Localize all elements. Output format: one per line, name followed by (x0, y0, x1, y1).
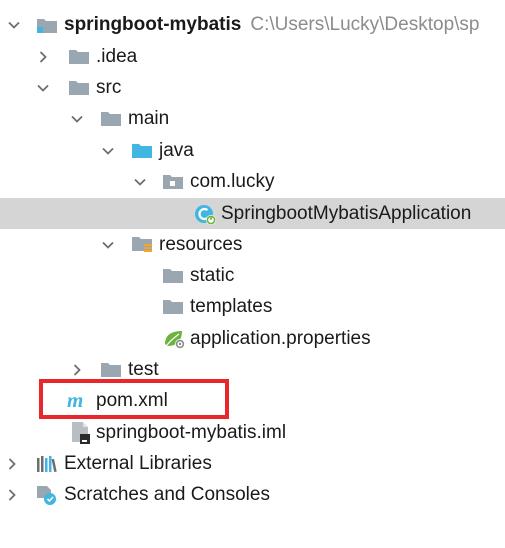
tree-label: static (190, 265, 235, 286)
tree-label: .idea (96, 46, 138, 67)
tree-label: main (128, 108, 170, 129)
chevron-right-icon[interactable] (32, 41, 54, 72)
chevron-down-icon[interactable] (66, 103, 88, 134)
tree-label: springboot-mybatis.iml (96, 422, 287, 443)
tree-label: java (159, 140, 194, 161)
tree-row-app-class[interactable]: SpringbootMybatisApplication (0, 198, 505, 229)
tree-row-external-libraries[interactable]: External Libraries (0, 448, 505, 479)
tree-row-main[interactable]: main (0, 103, 505, 134)
resources-folder-icon (131, 229, 153, 260)
tree-row-project[interactable]: springboot-mybatis C:\Users\Lucky\Desktop… (0, 9, 505, 40)
chevron-down-icon[interactable] (129, 166, 151, 197)
tree-label: External Libraries (64, 453, 212, 474)
tree-row-iml[interactable]: springboot-mybatis.iml (0, 417, 505, 448)
folder-icon (162, 260, 184, 291)
tree-row-static[interactable]: static (0, 260, 505, 291)
chevron-down-icon[interactable] (97, 229, 119, 260)
chevron-right-icon[interactable] (1, 448, 23, 479)
tree-label: application.properties (190, 328, 371, 349)
chevron-right-icon[interactable] (1, 479, 23, 510)
chevron-down-icon[interactable] (97, 135, 119, 166)
tree-label: Scratches and Consoles (64, 484, 270, 505)
tree-row-properties[interactable]: application.properties (0, 323, 505, 354)
folder-icon (100, 103, 122, 134)
tree-label: templates (190, 296, 273, 317)
spring-properties-icon (163, 323, 187, 354)
project-path-label: C:\Users\Lucky\Desktop\sp (250, 14, 480, 35)
project-tree: springboot-mybatis C:\Users\Lucky\Desktop… (0, 0, 505, 548)
tree-row-idea[interactable]: .idea (0, 41, 505, 72)
folder-icon (68, 72, 90, 103)
folder-icon (162, 291, 184, 322)
chevron-down-icon[interactable] (32, 72, 54, 103)
tree-label: com.lucky (190, 171, 275, 192)
project-name-label: springboot-mybatis C:\Users\Lucky\Desktop… (64, 14, 480, 35)
source-folder-icon (131, 135, 153, 166)
iml-file-icon (70, 417, 92, 448)
tree-label: src (96, 77, 122, 98)
chevron-down-icon[interactable] (3, 9, 25, 40)
tree-row-src[interactable]: src (0, 72, 505, 103)
tree-row-package[interactable]: com.lucky (0, 166, 505, 197)
tree-row-templates[interactable]: templates (0, 291, 505, 322)
tree-row-scratches[interactable]: Scratches and Consoles (0, 479, 505, 510)
libraries-icon (35, 448, 59, 479)
tree-row-java[interactable]: java (0, 135, 505, 166)
module-folder-icon (36, 9, 58, 40)
folder-icon (68, 41, 90, 72)
tree-label: resources (159, 234, 243, 255)
spring-boot-class-icon (193, 198, 217, 229)
tree-row-resources[interactable]: resources (0, 229, 505, 260)
scratches-icon (35, 479, 59, 510)
tree-label: SpringbootMybatisApplication (221, 203, 472, 224)
highlight-box (39, 379, 229, 419)
package-icon (162, 166, 184, 197)
